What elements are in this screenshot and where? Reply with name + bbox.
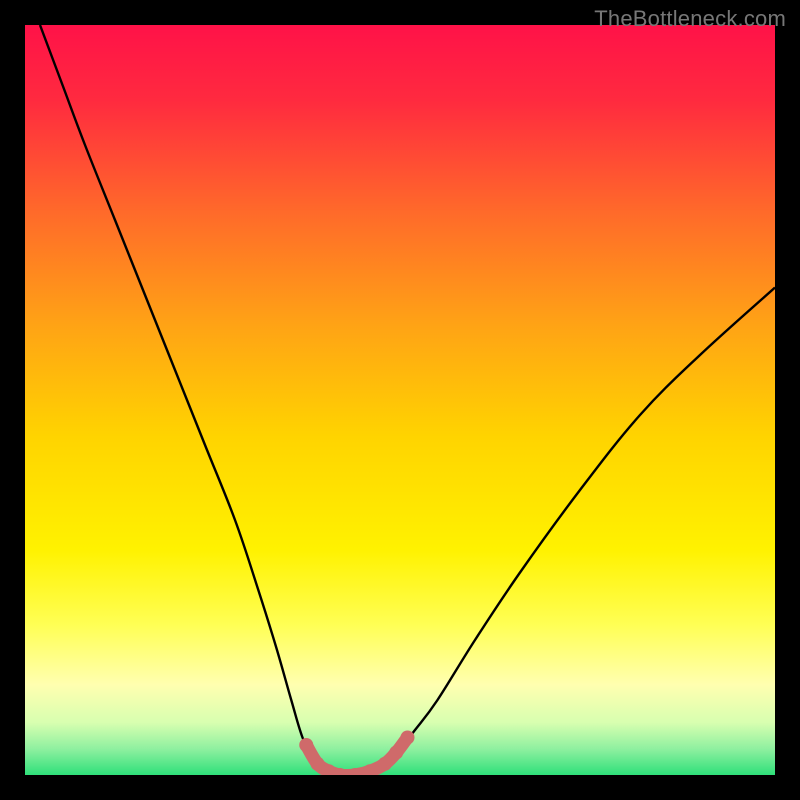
- highlight-dot: [299, 738, 313, 752]
- highlight-dot: [378, 757, 392, 771]
- highlight-dot: [389, 746, 403, 760]
- gradient-background: [25, 25, 775, 775]
- highlight-dot: [401, 731, 415, 745]
- chart-frame: TheBottleneck.com: [0, 0, 800, 800]
- watermark-text: TheBottleneck.com: [594, 6, 786, 32]
- plot-area: [25, 25, 775, 775]
- bottleneck-chart: [25, 25, 775, 775]
